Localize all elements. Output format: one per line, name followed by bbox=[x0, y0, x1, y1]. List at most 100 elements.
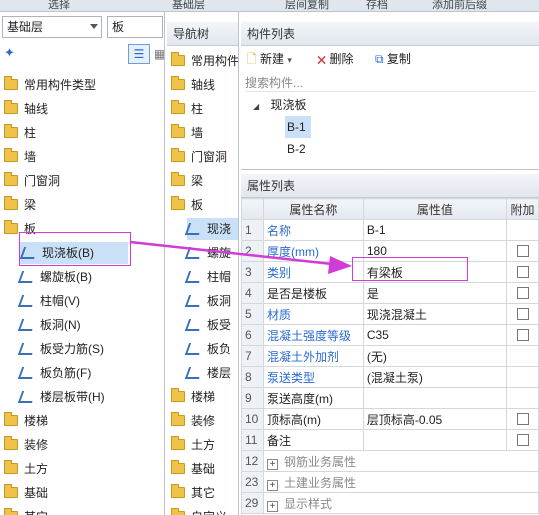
property-row[interactable]: 11 备注 bbox=[241, 429, 539, 451]
attach-checkbox[interactable] bbox=[516, 308, 529, 320]
list-view-icon[interactable]: ☰ bbox=[128, 44, 150, 64]
nav-folder-item-19[interactable]: 自定义 bbox=[171, 506, 227, 515]
tree-folder-item-5[interactable]: 梁 bbox=[4, 194, 36, 216]
delete-button[interactable]: 🗙 删除 bbox=[317, 50, 353, 68]
tree-folder-item-2[interactable]: 柱 bbox=[4, 122, 36, 144]
nav-folder-item-5[interactable]: 梁 bbox=[171, 170, 203, 192]
nav-label: 轴线 bbox=[191, 78, 216, 92]
copy-button[interactable]: ⧉ 复制 bbox=[375, 50, 411, 68]
tree-folder-item-3[interactable]: 墙 bbox=[4, 146, 36, 168]
row-number: 2 bbox=[241, 240, 264, 262]
component-icon bbox=[17, 271, 37, 283]
attach-checkbox[interactable] bbox=[516, 434, 529, 446]
property-value-cell[interactable]: 现浇混凝土 bbox=[362, 303, 508, 325]
nav-child-item-7[interactable]: 现浇 bbox=[184, 218, 238, 240]
nav-folder-item-0[interactable]: 常用构件 bbox=[171, 50, 238, 72]
property-row[interactable]: 29 + 显示样式 bbox=[241, 492, 539, 514]
attach-checkbox[interactable] bbox=[516, 329, 529, 341]
floor-select[interactable]: 基础层 bbox=[2, 16, 102, 38]
tree-folder-item-18[interactable]: 其它 bbox=[4, 506, 48, 515]
tree-folder-item-15[interactable]: 装修 bbox=[4, 434, 48, 456]
property-row[interactable]: 5 材质 现浇混凝土 bbox=[241, 303, 539, 325]
tree-child-item-11[interactable]: 板受力筋(S) bbox=[17, 338, 104, 360]
tree-folder-item-16[interactable]: 土方 bbox=[4, 458, 48, 480]
property-name: 混凝土强度等级 bbox=[266, 328, 351, 343]
tree-folder-item-0[interactable]: 常用构件类型 bbox=[4, 74, 96, 96]
attach-checkbox[interactable] bbox=[516, 287, 529, 299]
nav-folder-item-2[interactable]: 柱 bbox=[171, 98, 203, 120]
new-button[interactable]: 🗋 新建 ▾ bbox=[247, 50, 292, 68]
tree-label: 装修 bbox=[24, 438, 49, 452]
folder-icon bbox=[4, 412, 18, 426]
property-value-cell[interactable]: (混凝土泵) bbox=[362, 366, 508, 388]
toolbar-item-add-prefix-suffix[interactable]: 添加前后缀 bbox=[432, 0, 487, 12]
tree-child-item-8[interactable]: 螺旋板(B) bbox=[17, 266, 92, 288]
toolbar-item-save[interactable]: 存档 bbox=[366, 0, 388, 12]
nav-child-item-10[interactable]: 板洞 bbox=[184, 290, 231, 312]
expand-plus-icon[interactable]: + bbox=[266, 500, 278, 512]
property-value-cell[interactable] bbox=[362, 387, 508, 409]
header-num bbox=[241, 198, 264, 220]
nav-folder-item-17[interactable]: 基础 bbox=[171, 458, 215, 480]
component-group-row[interactable]: ◢ 现浇板 bbox=[253, 94, 307, 116]
toolbar-item-copy-between-floors[interactable]: 层间复制 bbox=[285, 0, 329, 12]
property-row[interactable]: 6 混凝土强度等级 C35 bbox=[241, 324, 539, 346]
property-row[interactable]: 1 名称 B-1 bbox=[241, 219, 539, 241]
nav-folder-item-3[interactable]: 墙 bbox=[171, 122, 203, 144]
property-value-cell[interactable]: 是 bbox=[362, 282, 508, 304]
property-value-cell[interactable]: 层顶标高-0.05 bbox=[362, 408, 508, 430]
property-name-cell: 材质 bbox=[262, 303, 364, 325]
nav-child-item-11[interactable]: 板受 bbox=[184, 314, 231, 336]
attach-checkbox[interactable] bbox=[516, 245, 529, 257]
toolbar-item-floor[interactable]: 基础层 bbox=[172, 0, 205, 12]
tree-child-item-10[interactable]: 板洞(N) bbox=[17, 314, 81, 336]
nav-label: 现浇 bbox=[207, 222, 232, 236]
property-value-cell[interactable] bbox=[362, 429, 508, 451]
property-value-cell[interactable]: C35 bbox=[362, 324, 508, 346]
tree-folder-item-17[interactable]: 基础 bbox=[4, 482, 48, 504]
nav-folder-item-14[interactable]: 楼梯 bbox=[171, 386, 215, 408]
property-list-title: 属性列表 bbox=[241, 174, 539, 198]
nav-child-item-13[interactable]: 楼层 bbox=[184, 362, 231, 384]
tree-label: 常用构件类型 bbox=[24, 78, 97, 92]
component-item-b1[interactable]: B-1 bbox=[285, 116, 311, 138]
nav-child-item-9[interactable]: 柱帽 bbox=[184, 266, 231, 288]
property-row[interactable]: 9 泵送高度(m) bbox=[241, 387, 539, 409]
expand-plus-icon[interactable]: + bbox=[266, 458, 278, 470]
tree-folder-item-4[interactable]: 门窗洞 bbox=[4, 170, 60, 192]
nav-child-item-12[interactable]: 板负 bbox=[184, 338, 231, 360]
nav-folder-item-18[interactable]: 其它 bbox=[171, 482, 215, 504]
expand-plus-icon[interactable]: + bbox=[266, 479, 278, 491]
toolbar-item-select[interactable]: 选择 bbox=[48, 0, 70, 12]
property-row[interactable]: 10 顶标高(m) 层顶标高-0.05 bbox=[241, 408, 539, 430]
property-row[interactable]: 23 + 土建业务属性 bbox=[241, 471, 539, 493]
property-value: C35 bbox=[366, 328, 389, 342]
nav-child-item-8[interactable]: 螺旋 bbox=[184, 242, 231, 264]
nav-folder-item-4[interactable]: 门窗洞 bbox=[171, 146, 227, 168]
property-row[interactable]: 12 + 钢筋业务属性 bbox=[241, 450, 539, 472]
sparkle-plus-icon[interactable]: ✦ bbox=[4, 45, 15, 61]
category-select[interactable]: 板 bbox=[107, 16, 163, 38]
attach-checkbox[interactable] bbox=[516, 266, 529, 278]
tree-child-item-12[interactable]: 板负筋(F) bbox=[17, 362, 91, 384]
property-row[interactable]: 4 是否是楼板 是 bbox=[241, 282, 539, 304]
tree-folder-item-14[interactable]: 楼梯 bbox=[4, 410, 48, 432]
property-value-cell[interactable]: B-1 bbox=[362, 219, 508, 241]
attach-checkbox[interactable] bbox=[516, 413, 529, 425]
tree-child-item-9[interactable]: 柱帽(V) bbox=[17, 290, 80, 312]
tree-child-item-13[interactable]: 楼层板带(H) bbox=[17, 386, 105, 408]
nav-folder-item-1[interactable]: 轴线 bbox=[171, 74, 215, 96]
grid-view-icon[interactable]: ▦ bbox=[154, 44, 164, 64]
property-name-cell: 混凝土外加剂 bbox=[262, 345, 364, 367]
property-row[interactable]: 7 混凝土外加剂 (无) bbox=[241, 345, 539, 367]
component-item-b2[interactable]: B-2 bbox=[287, 138, 306, 160]
component-search-input[interactable]: 搜索构件... bbox=[245, 74, 535, 92]
property-row[interactable]: 8 泵送类型 (混凝土泵) bbox=[241, 366, 539, 388]
nav-folder-item-16[interactable]: 土方 bbox=[171, 434, 215, 456]
nav-folder-item-6[interactable]: 板 bbox=[171, 194, 203, 216]
nav-folder-item-15[interactable]: 装修 bbox=[171, 410, 215, 432]
property-value-cell[interactable]: (无) bbox=[362, 345, 508, 367]
attach-cell bbox=[506, 366, 539, 388]
tree-folder-item-1[interactable]: 轴线 bbox=[4, 98, 48, 120]
nav-label: 土方 bbox=[191, 438, 216, 452]
